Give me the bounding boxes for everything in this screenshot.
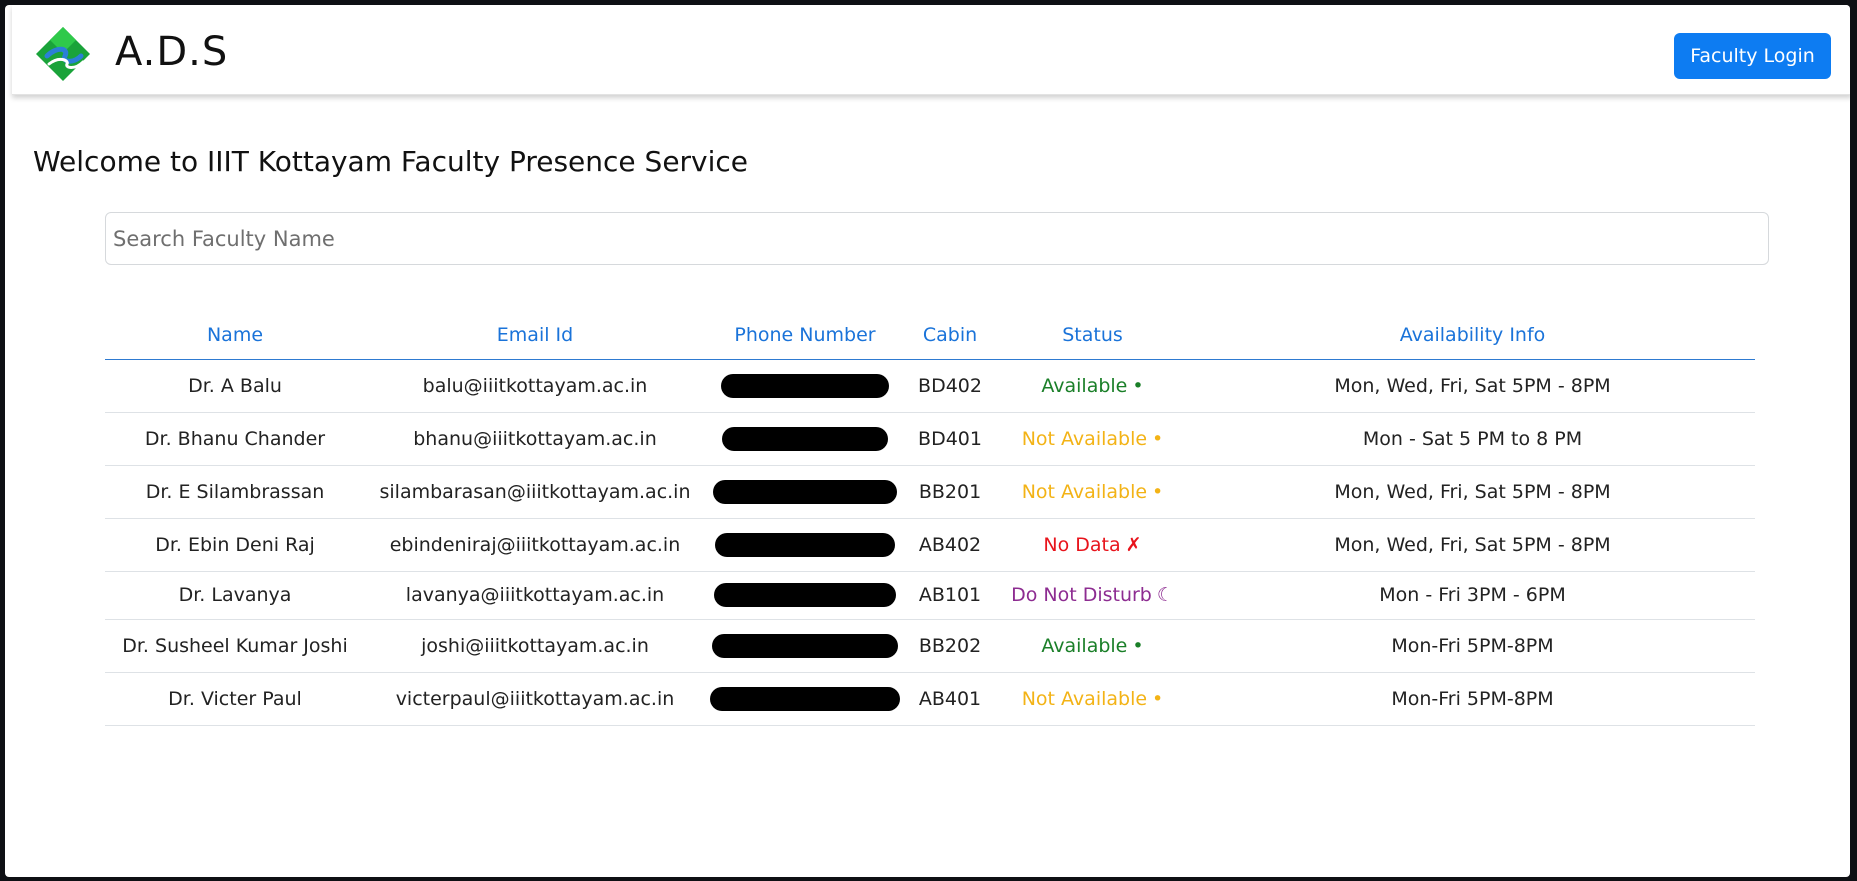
phone-cell [705, 465, 905, 519]
availability-info: Mon - Fri 3PM - 6PM [1190, 571, 1755, 620]
column-header-cabin[interactable]: Cabin [905, 312, 995, 360]
brand-name[interactable]: A.D.S [115, 29, 228, 75]
faculty-name: Dr. Susheel Kumar Joshi [105, 619, 365, 673]
faculty-cabin: BD401 [905, 412, 995, 466]
faculty-cabin: BB202 [905, 619, 995, 673]
faculty-email: ebindeniraj@iiitkottayam.ac.in [365, 518, 705, 572]
faculty-name: Dr. A Balu [105, 359, 365, 413]
phone-cell [705, 571, 905, 620]
faculty-name: Dr. Victer Paul [105, 672, 365, 726]
status-cell: Not Available • [995, 672, 1190, 726]
status-label: Do Not Disturb [1011, 584, 1152, 606]
status-label: Not Available [1021, 687, 1148, 710]
status-cell: Do Not Disturb ☾ [995, 571, 1190, 620]
status-dot-icon: • [1132, 634, 1144, 657]
status-label: Not Available [1021, 427, 1148, 450]
table-row[interactable]: Dr. Victer Paul victerpaul@iiitkottayam.… [105, 672, 1755, 726]
column-header-status[interactable]: Status [995, 312, 1190, 360]
faculty-login-button[interactable]: Faculty Login [1674, 33, 1831, 79]
faculty-cabin: AB101 [905, 571, 995, 620]
status-cell: Not Available • [995, 412, 1190, 466]
cross-icon: ✗ [1125, 533, 1142, 556]
faculty-email: victerpaul@iiitkottayam.ac.in [365, 672, 705, 726]
table-row[interactable]: Dr. Ebin Deni Raj ebindeniraj@iiitkottay… [105, 518, 1755, 572]
ads-logo-icon [36, 27, 90, 81]
phone-cell [705, 619, 905, 673]
navbar: A.D.S Faculty Login [12, 5, 1850, 95]
availability-info: Mon, Wed, Fri, Sat 5PM - 8PM [1190, 518, 1755, 572]
status-cell: Not Available • [995, 465, 1190, 519]
status-label: Not Available [1021, 480, 1148, 503]
status-label: Available [1041, 374, 1128, 397]
faculty-table: Name Email Id Phone Number Cabin Status … [105, 312, 1755, 726]
faculty-name: Dr. Bhanu Chander [105, 412, 365, 466]
redacted-phone [712, 633, 898, 658]
faculty-email: lavanya@iiitkottayam.ac.in [365, 571, 705, 620]
column-header-phone[interactable]: Phone Number [705, 312, 905, 360]
faculty-email: bhanu@iiitkottayam.ac.in [365, 412, 705, 466]
redacted-phone [710, 686, 900, 711]
faculty-cabin: BD402 [905, 359, 995, 413]
status-cell: Available • [995, 619, 1190, 673]
availability-info: Mon - Sat 5 PM to 8 PM [1190, 412, 1755, 466]
column-header-name[interactable]: Name [105, 312, 365, 360]
table-row[interactable]: Dr. Bhanu Chander bhanu@iiitkottayam.ac.… [105, 412, 1755, 466]
faculty-name: Dr. Ebin Deni Raj [105, 518, 365, 572]
redacted-phone [713, 479, 897, 504]
moon-icon: ☾ [1156, 584, 1174, 606]
redacted-phone [722, 426, 888, 451]
redacted-phone [715, 532, 895, 557]
phone-cell [705, 359, 905, 413]
availability-info: Mon-Fri 5PM-8PM [1190, 672, 1755, 726]
column-header-availability[interactable]: Availability Info [1190, 312, 1755, 360]
faculty-cabin: BB201 [905, 465, 995, 519]
table-row[interactable]: Dr. E Silambrassan silambarasan@iiitkott… [105, 465, 1755, 519]
faculty-email: joshi@iiitkottayam.ac.in [365, 619, 705, 673]
availability-info: Mon-Fri 5PM-8PM [1190, 619, 1755, 673]
table-row[interactable]: Dr. Susheel Kumar Joshi joshi@iiitkottay… [105, 619, 1755, 673]
table-header-row: Name Email Id Phone Number Cabin Status … [105, 312, 1755, 360]
phone-cell [705, 672, 905, 726]
faculty-name: Dr. E Silambrassan [105, 465, 365, 519]
status-dot-icon: • [1152, 480, 1164, 503]
phone-cell [705, 518, 905, 572]
faculty-email: balu@iiitkottayam.ac.in [365, 359, 705, 413]
status-label: No Data [1043, 533, 1121, 556]
status-cell: Available • [995, 359, 1190, 413]
table-row[interactable]: Dr. Lavanya lavanya@iiitkottayam.ac.in A… [105, 571, 1755, 620]
status-label: Available [1041, 634, 1128, 657]
faculty-name: Dr. Lavanya [105, 571, 365, 620]
faculty-cabin: AB401 [905, 672, 995, 726]
status-dot-icon: • [1152, 687, 1164, 710]
redacted-phone [714, 583, 896, 607]
phone-cell [705, 412, 905, 466]
column-header-email[interactable]: Email Id [365, 312, 705, 360]
app-window: A.D.S Faculty Login Welcome to IIIT Kott… [5, 5, 1850, 877]
availability-info: Mon, Wed, Fri, Sat 5PM - 8PM [1190, 359, 1755, 413]
status-dot-icon: • [1132, 374, 1144, 397]
redacted-phone [721, 373, 889, 398]
page-title: Welcome to IIIT Kottayam Faculty Presenc… [33, 145, 749, 178]
status-cell: No Data ✗ [995, 518, 1190, 572]
table-row[interactable]: Dr. A Balu balu@iiitkottayam.ac.in BD402… [105, 359, 1755, 413]
availability-info: Mon, Wed, Fri, Sat 5PM - 8PM [1190, 465, 1755, 519]
faculty-cabin: AB402 [905, 518, 995, 572]
faculty-email: silambarasan@iiitkottayam.ac.in [365, 465, 705, 519]
status-dot-icon: • [1152, 427, 1164, 450]
search-input[interactable] [105, 212, 1769, 265]
